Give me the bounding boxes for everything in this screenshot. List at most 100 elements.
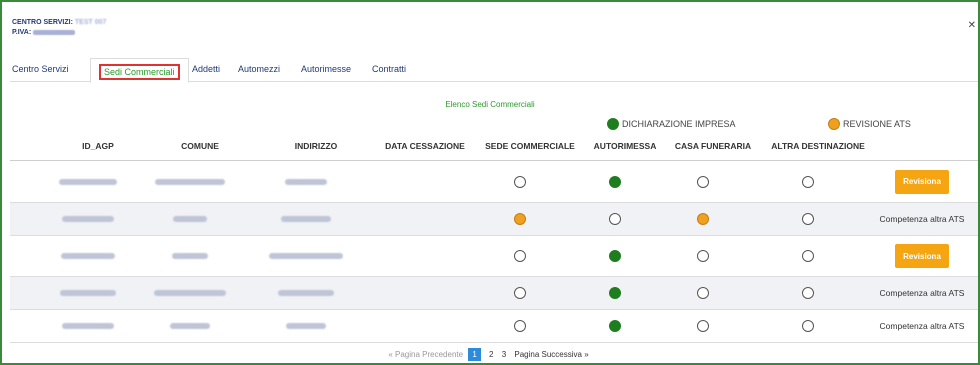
redacted-value: [62, 323, 114, 329]
piva-line: P.IVA:: [12, 28, 106, 38]
centro-value: TEST 007: [74, 19, 107, 26]
col-header-sede-commerciale: SEDE COMMERCIALE: [485, 141, 575, 151]
cell-casa-funeraria: [688, 161, 718, 202]
next-page-link[interactable]: Pagina Successiva »: [514, 350, 588, 359]
page-2-link[interactable]: 2: [489, 350, 493, 359]
close-icon[interactable]: ✕: [968, 20, 976, 31]
orange-circle-icon: [514, 213, 526, 225]
orange-circle-icon: [697, 213, 709, 225]
cell-action: Competenza altra ATS: [867, 277, 977, 309]
cell-action: Competenza altra ATS: [867, 310, 977, 342]
col-header-indirizzo: INDIRIZZO: [294, 141, 338, 151]
tab-contratti[interactable]: Contratti: [372, 64, 406, 74]
cell-casa-funeraria: [688, 277, 718, 309]
cell-comune: [140, 161, 240, 202]
empty-circle-icon: [697, 175, 709, 188]
cell-action: Revisiona: [867, 161, 977, 202]
legend-revisione-label: REVISIONE ATS: [843, 119, 911, 129]
competenza-text: Competenza altra ATS: [879, 288, 965, 298]
col-header-data-cessazione: DATA CESSAZIONE: [385, 141, 465, 151]
cell-sede-commerciale: [505, 277, 535, 309]
redacted-value: [286, 323, 326, 329]
redacted-value: [60, 290, 116, 296]
empty-circle-icon: [609, 213, 621, 225]
cell-comune: [140, 203, 240, 235]
empty-circle-icon: [802, 175, 814, 188]
redacted-value: [173, 216, 207, 222]
col-header-id-agp: ID_AGP: [82, 141, 114, 151]
cell-autorimessa: [600, 203, 630, 235]
green-circle-icon: [609, 175, 621, 188]
col-header-autorimessa: AUTORIMESSA: [593, 141, 657, 151]
green-circle-icon: [609, 250, 621, 262]
tab-centro-servizi[interactable]: Centro Servizi: [12, 64, 69, 74]
redacted-value: [281, 216, 331, 222]
tab-autorimesse[interactable]: Autorimesse: [301, 64, 351, 74]
table-row: Competenza altra ATS: [10, 310, 978, 343]
table-row: Revisiona: [10, 161, 978, 203]
cell-autorimessa: [600, 236, 630, 276]
centro-servizi-line: CENTRO SERVIZI: TEST 007: [12, 18, 106, 28]
col-header-casa-funeraria: CASA FUNERARIA: [674, 141, 752, 151]
tab-sedi-commerciali[interactable]: Sedi Commerciali: [90, 58, 189, 83]
revisiona-button[interactable]: Revisiona: [895, 169, 949, 194]
redacted-value: [278, 290, 334, 296]
cell-sede-commerciale: [505, 161, 535, 202]
redacted-value: [172, 253, 208, 259]
cell-altra-destinazione: [793, 203, 823, 235]
prev-page-link[interactable]: « Pagina Precedente: [388, 350, 463, 359]
empty-circle-icon: [514, 287, 526, 299]
cell-comune: [140, 310, 240, 342]
empty-circle-icon: [697, 287, 709, 299]
cell-altra-destinazione: [793, 161, 823, 202]
cell-altra-destinazione: [793, 310, 823, 342]
cell-indirizzo: [256, 203, 356, 235]
cell-altra-destinazione: [793, 277, 823, 309]
redacted-value: [154, 290, 226, 296]
empty-circle-icon: [697, 250, 709, 262]
tab-addetti[interactable]: Addetti: [192, 64, 220, 74]
cell-id-agp: [38, 203, 138, 235]
revisiona-button[interactable]: Revisiona: [895, 244, 949, 268]
redacted-value: [62, 216, 114, 222]
piva-value-redacted: [33, 29, 76, 35]
competenza-text: Competenza altra ATS: [879, 321, 965, 331]
cell-casa-funeraria: [688, 310, 718, 342]
redacted-value: [170, 323, 210, 329]
piva-label: P.IVA:: [12, 29, 32, 36]
cell-sede-commerciale: [505, 203, 535, 235]
cell-sede-commerciale: [505, 310, 535, 342]
empty-circle-icon: [697, 320, 709, 332]
page-1-link[interactable]: 1: [468, 348, 481, 361]
empty-circle-icon: [802, 287, 814, 299]
centro-label: CENTRO SERVIZI:: [12, 19, 73, 26]
legend-dichiarazione: DICHIARAZIONE IMPRESA: [607, 118, 736, 130]
cell-id-agp: [38, 161, 138, 202]
cell-altra-destinazione: [793, 236, 823, 276]
redacted-value: [285, 178, 327, 185]
page-3-link[interactable]: 3: [502, 350, 506, 359]
empty-circle-icon: [514, 320, 526, 332]
green-circle-icon: [609, 287, 621, 299]
redacted-value: [61, 253, 115, 259]
cell-action: Competenza altra ATS: [867, 203, 977, 235]
cell-indirizzo: [256, 277, 356, 309]
redacted-value: [155, 178, 225, 185]
cell-id-agp: [38, 310, 138, 342]
legend-revisione: REVISIONE ATS: [828, 118, 911, 130]
cell-indirizzo: [256, 161, 356, 202]
tab-automezzi[interactable]: Automezzi: [238, 64, 280, 74]
cell-indirizzo: [256, 236, 356, 276]
cell-comune: [140, 277, 240, 309]
empty-circle-icon: [802, 320, 814, 332]
empty-circle-icon: [802, 250, 814, 262]
cell-action: Revisiona: [867, 236, 977, 276]
col-header-altra-destinazione: ALTRA DESTINAZIONE: [771, 141, 865, 151]
empty-circle-icon: [514, 175, 526, 188]
redacted-value: [269, 253, 343, 259]
header-info: CENTRO SERVIZI: TEST 007 P.IVA:: [12, 18, 106, 38]
legend-dichiarazione-label: DICHIARAZIONE IMPRESA: [622, 119, 736, 129]
table-row: Competenza altra ATS: [10, 203, 978, 236]
empty-circle-icon: [802, 213, 814, 225]
green-circle-icon: [607, 118, 619, 130]
